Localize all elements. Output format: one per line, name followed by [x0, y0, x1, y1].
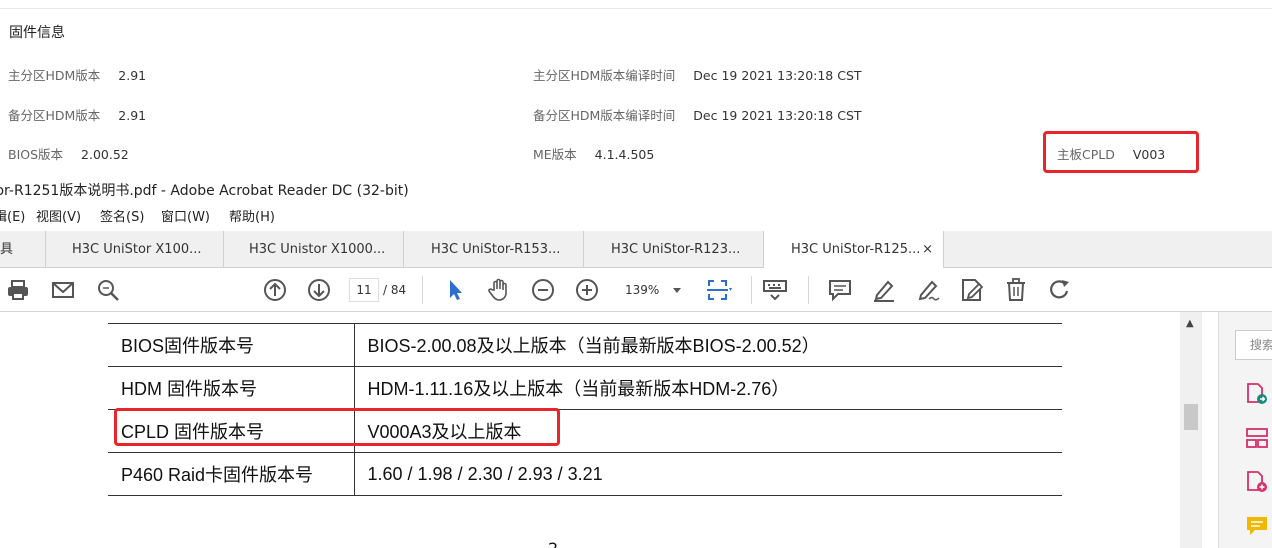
firmware-panel: 固件信息 主分区HDM版本 2.91 主分区HDM版本编译时间 Dec 19 2… [0, 0, 1272, 178]
fw-value: 4.1.4.505 [594, 147, 655, 162]
highlight-box-cpld-row [114, 408, 560, 446]
menu-window[interactable]: 窗口(W) [161, 205, 210, 231]
tools-search-input[interactable]: 搜索 [1235, 330, 1272, 360]
fw-label: ME版本 [533, 147, 577, 162]
rotate-icon[interactable] [1047, 277, 1073, 303]
page-down-icon[interactable] [306, 277, 332, 303]
highlight-box-cpld [1043, 131, 1199, 173]
export-pdf-icon[interactable] [1245, 382, 1269, 406]
chevron-down-icon [673, 288, 681, 293]
select-cursor-icon[interactable] [443, 277, 469, 303]
tab-label: H3C UniStor-R153... [431, 242, 561, 257]
fw-value: 2.00.52 [81, 147, 129, 162]
close-icon[interactable]: × [922, 231, 933, 268]
document-view[interactable]: BIOS固件版本号 BIOS-2.00.08及以上版本（当前最新版本BIOS-2… [0, 312, 1180, 548]
menu-bar: 揖(E) 视图(V) 签名(S) 窗口(W) 帮助(H) [0, 205, 1272, 231]
divider [0, 8, 1272, 9]
tab-document-active[interactable]: H3C UniStor-R125... × [764, 231, 944, 269]
fw-value: 2.91 [118, 68, 147, 83]
fw-label: 备分区HDM版本编译时间 [533, 108, 676, 123]
fw-value: Dec 19 2021 13:20:18 CST [693, 68, 862, 83]
tab-document[interactable]: H3C UniStor X100... [46, 231, 224, 268]
page-total: / 84 [383, 283, 407, 297]
fw-label: BIOS版本 [8, 147, 64, 162]
tab-label: H3C Unistor X1000... [249, 242, 386, 257]
table-row: BIOS固件版本号 BIOS-2.00.08及以上版本（当前最新版本BIOS-2… [108, 323, 1062, 367]
tab-label: H3C UniStor-R123... [611, 242, 741, 257]
trash-icon[interactable] [1003, 277, 1029, 303]
tab-document[interactable]: H3C Unistor X1000... [224, 231, 404, 268]
mail-icon[interactable] [50, 277, 76, 303]
section-title: 固件信息 [9, 25, 65, 41]
comment-icon[interactable] [827, 277, 853, 303]
fw-value: 2.91 [118, 108, 147, 123]
fw-label: 主分区HDM版本编译时间 [533, 68, 676, 83]
separator [751, 276, 752, 304]
print-icon[interactable] [5, 277, 31, 303]
hand-tool-icon[interactable] [486, 277, 512, 303]
fill-sign-icon[interactable] [959, 277, 985, 303]
scroll-thumb[interactable] [1184, 404, 1198, 430]
table-cell: HDM 固件版本号 [108, 366, 355, 410]
table-cell: P460 Raid卡固件版本号 [108, 452, 355, 496]
zoom-out-icon[interactable] [530, 277, 556, 303]
search-icon[interactable] [95, 277, 121, 303]
organize-pages-icon[interactable] [1245, 426, 1269, 450]
table-cell: 1.60 / 1.98 / 2.30 / 2.93 / 3.21 [354, 452, 1062, 496]
tab-document[interactable]: H3C UniStor-R123... [584, 231, 764, 268]
fw-row-backup-hdm-time: 备分区HDM版本编译时间 Dec 19 2021 13:20:18 CST [533, 105, 862, 124]
fit-page-icon[interactable] [706, 277, 732, 303]
toolbar: 11 / 84 139% [0, 268, 1272, 312]
menu-sign[interactable]: 签名(S) [100, 205, 144, 231]
draw-pen-icon[interactable] [915, 277, 941, 303]
fw-row-bios: BIOS版本 2.00.52 [8, 144, 129, 163]
separator [808, 276, 809, 304]
menu-help[interactable]: 帮助(H) [229, 205, 275, 231]
highlight-pen-icon[interactable] [871, 277, 897, 303]
fw-value: Dec 19 2021 13:20:18 CST [693, 108, 862, 123]
fw-label: 主分区HDM版本 [8, 68, 101, 83]
page-number: 2 [548, 539, 558, 548]
zoom-in-icon[interactable] [574, 277, 600, 303]
page-number-input[interactable]: 11 [349, 278, 379, 302]
fw-row-me: ME版本 4.1.4.505 [533, 144, 654, 163]
fw-row-backup-hdm: 备分区HDM版本 2.91 [8, 105, 146, 124]
keyboard-icon[interactable] [762, 277, 788, 303]
tab-document[interactable]: H3C UniStor-R153... [404, 231, 584, 268]
comment-tool-icon[interactable] [1245, 514, 1269, 538]
scroll-up-icon[interactable]: ▲ [1186, 318, 1194, 329]
title-bar: tor-R1251版本说明书.pdf - Adobe Acrobat Reade… [0, 178, 1272, 205]
create-pdf-icon[interactable] [1245, 470, 1269, 494]
tab-label: 具 [0, 242, 14, 257]
table-cell: HDM-1.11.16及以上版本（当前最新版本HDM-2.76） [354, 366, 1062, 410]
zoom-select[interactable]: 139% [619, 278, 689, 302]
menu-edit[interactable]: 揖(E) [0, 205, 25, 231]
separator [422, 276, 423, 304]
tab-bar: 具 H3C UniStor X100... H3C Unistor X1000.… [0, 231, 1272, 269]
page-up-icon[interactable] [262, 277, 288, 303]
fw-label: 备分区HDM版本 [8, 108, 101, 123]
zoom-value: 139% [625, 283, 660, 297]
tab-label: H3C UniStor X100... [72, 242, 202, 257]
tab-tools[interactable]: 具 [0, 231, 46, 268]
table-cell: BIOS-2.00.08及以上版本（当前最新版本BIOS-2.00.52） [354, 323, 1062, 367]
fw-row-main-hdm-time: 主分区HDM版本编译时间 Dec 19 2021 13:20:18 CST [533, 65, 862, 84]
acrobat-window: tor-R1251版本说明书.pdf - Adobe Acrobat Reade… [0, 178, 1272, 548]
window-title: tor-R1251版本说明书.pdf - Adobe Acrobat Reade… [0, 183, 409, 199]
tab-label: H3C UniStor-R125... [791, 242, 921, 257]
menu-view[interactable]: 视图(V) [36, 205, 81, 231]
table-cell: BIOS固件版本号 [108, 323, 355, 367]
fw-row-main-hdm: 主分区HDM版本 2.91 [8, 65, 146, 84]
table-row: HDM 固件版本号 HDM-1.11.16及以上版本（当前最新版本HDM-2.7… [108, 366, 1062, 410]
tools-pane: 搜索 [1218, 312, 1272, 548]
table-row: P460 Raid卡固件版本号 1.60 / 1.98 / 2.30 / 2.9… [108, 452, 1062, 496]
vertical-scrollbar[interactable]: ▲ [1180, 312, 1202, 548]
